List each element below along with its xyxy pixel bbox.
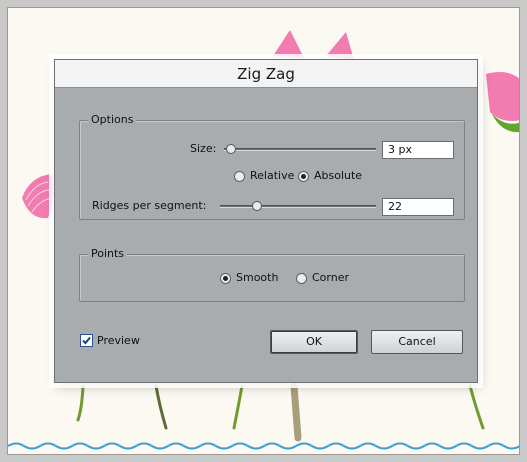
- points-group: Points Smooth Corner: [79, 247, 465, 302]
- corner-label: Corner: [312, 271, 350, 284]
- smooth-label: Smooth: [236, 271, 279, 284]
- absolute-radio[interactable]: [298, 171, 309, 182]
- ok-button[interactable]: OK: [270, 330, 358, 354]
- relative-label: Relative: [250, 169, 295, 182]
- options-group: Options Size: 3 px Relative Absolute Rid…: [79, 113, 465, 220]
- points-legend: Points: [88, 247, 128, 261]
- lotus-flower-right: [486, 72, 519, 133]
- preview-label[interactable]: Preview: [97, 334, 140, 348]
- size-slider-track[interactable]: [224, 148, 376, 151]
- smooth-radio[interactable]: [220, 273, 231, 284]
- absolute-label: Absolute: [314, 169, 363, 182]
- lotus-flower-top: [273, 30, 354, 60]
- options-legend: Options: [88, 113, 137, 127]
- relative-radio[interactable]: [234, 171, 245, 182]
- preview-checkbox[interactable]: [80, 334, 93, 347]
- ridges-slider-track[interactable]: [220, 205, 376, 208]
- lotus-flower-left: [22, 174, 54, 219]
- size-slider-thumb[interactable]: [226, 144, 236, 154]
- ridges-field[interactable]: 22: [382, 198, 454, 216]
- water-wave-line: [8, 442, 519, 450]
- zigzag-dialog: Zig Zag Options Size: 3 px Relative Abso…: [54, 59, 478, 383]
- corner-radio[interactable]: [296, 273, 307, 284]
- lotus-stems: [76, 382, 485, 442]
- ridges-label: Ridges per segment:: [92, 199, 207, 212]
- ridges-slider-thumb[interactable]: [252, 201, 262, 211]
- size-label: Size:: [190, 142, 217, 155]
- checkmark-icon: [82, 336, 91, 345]
- size-field[interactable]: 3 px: [382, 141, 454, 159]
- dialog-title: Zig Zag: [55, 60, 477, 88]
- cancel-button[interactable]: Cancel: [371, 330, 463, 354]
